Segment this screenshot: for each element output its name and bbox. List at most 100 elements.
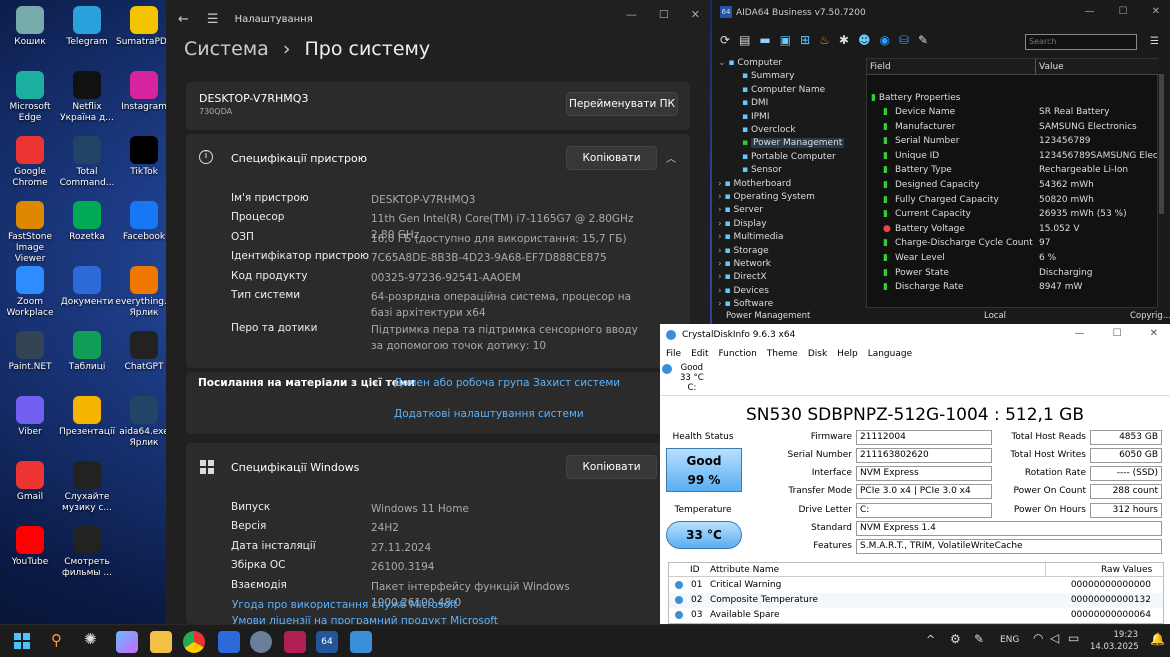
services-agreement-link[interactable]: Угода про використання служб Microsoft — [232, 599, 457, 611]
memory-icon[interactable]: ▬ — [759, 33, 770, 47]
domain-workgroup-link[interactable]: Домен або робоча група — [394, 377, 530, 389]
refresh-icon[interactable]: ⟳ — [720, 33, 730, 47]
aida-scrollbar[interactable] — [1159, 74, 1164, 214]
breadcrumb-root[interactable]: Система — [184, 38, 269, 60]
aida64-taskbar-icon[interactable]: 64 — [316, 631, 338, 653]
aida-search-input[interactable]: Search — [1025, 34, 1137, 50]
desktop-icon[interactable]: Смотреть фильмы ... — [58, 526, 116, 579]
tree-item[interactable]: ▪ IPMI — [742, 112, 769, 122]
tree-item[interactable]: ▪ Portable Computer — [742, 152, 836, 162]
maximize-icon[interactable]: ☐ — [1113, 328, 1122, 339]
tree-item[interactable]: ▪ Overclock — [742, 125, 796, 135]
rename-pc-button[interactable]: Перейменувати ПК — [566, 92, 678, 116]
desktop-icon[interactable]: FastStone Image Viewer — [1, 201, 59, 265]
menu-item[interactable]: Help — [837, 349, 858, 359]
notification-icon[interactable]: 🔔 — [1150, 632, 1165, 646]
desktop-icon[interactable]: Rozetka — [58, 201, 116, 243]
chevron-up-icon[interactable]: ︿ — [666, 150, 676, 165]
desktop-icon[interactable]: TikTok — [115, 136, 173, 178]
flame-icon[interactable]: ♨ — [819, 33, 830, 47]
tree-item[interactable]: › ▪ Display — [718, 219, 767, 229]
desktop-icon[interactable]: everything... Ярлик — [115, 266, 173, 319]
tree-item[interactable]: ▪ DMI — [742, 98, 768, 108]
close-icon[interactable]: ✕ — [1152, 6, 1160, 17]
desktop-icon[interactable]: Telegram — [58, 6, 116, 48]
tree-item[interactable]: › ▪ Storage — [718, 246, 769, 256]
clock[interactable]: 19:23 14.03.2025 — [1090, 629, 1139, 653]
col-attribute-name[interactable]: Attribute Name — [710, 565, 779, 575]
chevron-down-icon[interactable]: ⌄ — [718, 58, 728, 68]
tree-item[interactable]: › ▪ Software — [718, 299, 773, 308]
minimize-icon[interactable]: — — [626, 8, 637, 21]
desktop-icon[interactable]: Instagram — [115, 71, 173, 113]
minimize-icon[interactable]: — — [1085, 6, 1095, 17]
tray-app-icon[interactable]: ⚙ — [950, 632, 961, 646]
tree-item[interactable]: › ▪ Devices — [718, 286, 769, 296]
tree-item[interactable]: ▪ Summary — [742, 71, 794, 81]
desktop-icon[interactable]: Gmail — [1, 461, 59, 503]
desktop-icon[interactable]: Таблиці — [58, 331, 116, 373]
aida-menu-icon[interactable]: ☰ — [1150, 36, 1159, 47]
desktop-icon[interactable]: Facebook — [115, 201, 173, 243]
menu-item[interactable]: Edit — [691, 349, 708, 359]
health-status-box[interactable]: Good 99 % — [666, 448, 742, 492]
tools-icon[interactable]: ✎ — [918, 33, 928, 47]
desktop-icon[interactable]: SumatraPDF — [115, 6, 173, 48]
tree-item[interactable]: › ▪ DirectX — [718, 272, 767, 282]
col-id[interactable]: ID — [690, 565, 700, 575]
copy-windows-specs-button[interactable]: Копіювати — [566, 455, 657, 479]
col-field[interactable]: Field — [870, 62, 891, 72]
desktop-icon[interactable]: Документи — [58, 266, 116, 308]
menu-icon[interactable]: ☰ — [207, 12, 219, 27]
advanced-settings-link[interactable]: Додаткові налаштування системи — [394, 408, 584, 420]
menu-item[interactable]: Disk — [808, 349, 827, 359]
language-indicator[interactable]: ENG — [1000, 635, 1019, 645]
desktop-icon[interactable]: ChatGPT — [115, 331, 173, 373]
pen-icon[interactable]: ✎ — [974, 632, 984, 646]
tree-item[interactable]: ▪ Sensor — [742, 165, 782, 175]
menu-item[interactable]: Function — [719, 349, 757, 359]
user-icon[interactable]: ☻ — [858, 33, 871, 47]
desktop-icon[interactable]: Total Command... — [58, 136, 116, 189]
copilot-icon[interactable] — [116, 631, 138, 653]
volume-icon[interactable]: ◁ — [1050, 631, 1059, 645]
close-icon[interactable]: ✕ — [1150, 328, 1158, 339]
crystaldiskinfo-taskbar-icon[interactable] — [350, 631, 372, 653]
globe-icon[interactable]: ◉ — [880, 33, 890, 47]
tree-item[interactable]: › ▪ Multimedia — [718, 232, 783, 242]
file-explorer-icon[interactable] — [150, 631, 172, 653]
tree-item[interactable]: ⌄ ▪ Computer — [718, 58, 782, 68]
tree-item[interactable]: › ▪ Motherboard — [718, 179, 791, 189]
settings-gear-icon[interactable] — [250, 631, 272, 653]
desktop-icon[interactable]: Zoom Workplace — [1, 266, 59, 319]
database-icon[interactable]: ⛁ — [899, 33, 909, 47]
license-terms-link[interactable]: Умови ліцензії на програмний продукт Mic… — [232, 615, 498, 624]
maximize-icon[interactable]: ☐ — [659, 8, 669, 21]
tree-item[interactable]: ▪ Power Management — [742, 138, 845, 149]
copy-device-specs-button[interactable]: Копіювати — [566, 146, 657, 170]
menu-item[interactable]: Language — [868, 349, 912, 359]
maximize-icon[interactable]: ☐ — [1119, 6, 1128, 17]
minimize-icon[interactable]: — — [1075, 328, 1085, 339]
desktop-icon[interactable]: Netflix Україна д... — [58, 71, 116, 124]
system-protection-link[interactable]: Захист системи — [533, 377, 620, 389]
wifi-icon[interactable]: ◠ — [1033, 631, 1043, 645]
openai-icon[interactable]: ✺ — [84, 630, 97, 648]
chevron-up-icon[interactable]: ^ — [926, 633, 935, 646]
desktop-icon[interactable]: Слухайте музику с... — [58, 461, 116, 514]
monitor-icon[interactable]: ▣ — [780, 33, 791, 47]
tree-item[interactable]: › ▪ Server — [718, 205, 763, 215]
store-icon[interactable] — [218, 631, 240, 653]
menu-item[interactable]: Theme — [767, 349, 798, 359]
start-icon[interactable] — [14, 633, 30, 649]
desktop-icon[interactable]: Paint.NET — [1, 331, 59, 373]
tree-item[interactable]: › ▪ Network — [718, 259, 771, 269]
tree-item[interactable]: ▪ Computer Name — [742, 85, 825, 95]
desktop-icon[interactable]: YouTube — [1, 526, 59, 568]
table-row[interactable]: 03 Available Spare 00000000000064 — [669, 608, 1163, 623]
close-icon[interactable]: ✕ — [691, 8, 700, 21]
temperature-box[interactable]: 33 °C — [666, 521, 742, 549]
tree-item[interactable]: › ▪ Operating System — [718, 192, 815, 202]
desktop-icon[interactable]: Google Chrome — [1, 136, 59, 189]
gear-icon[interactable]: ✱ — [839, 33, 849, 47]
